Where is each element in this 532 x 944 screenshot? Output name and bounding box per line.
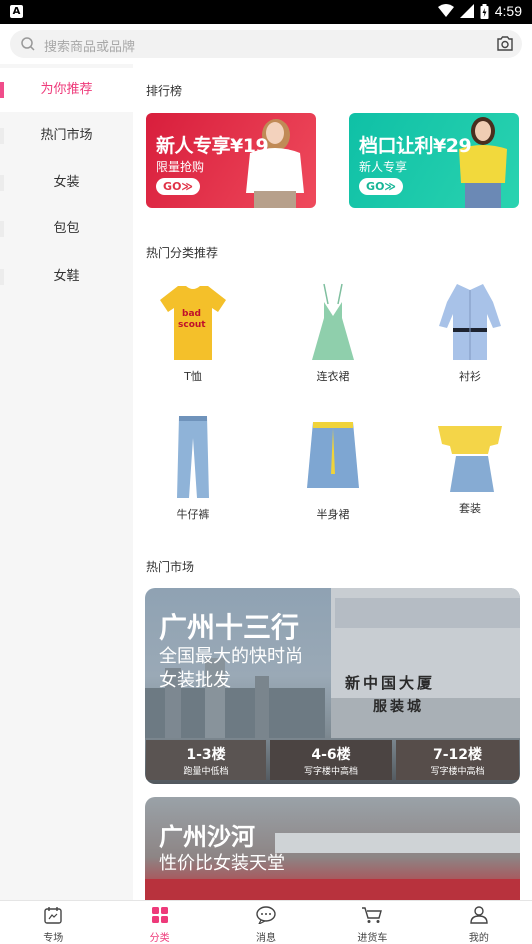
sidebar-item-womens-shoes[interactable]: 女鞋 bbox=[0, 255, 133, 299]
bottom-tab-bar: 专场 分类 消息 进货车 我的 bbox=[0, 900, 532, 944]
category-label: 半身裙 bbox=[316, 508, 350, 521]
tab-label: 分类 bbox=[149, 933, 170, 944]
chat-bubble-icon bbox=[256, 906, 276, 926]
tab-cart[interactable]: 进货车 bbox=[319, 901, 425, 944]
search-input[interactable]: 搜索商品或品牌 bbox=[10, 30, 522, 58]
category-set[interactable]: 套装 bbox=[415, 414, 525, 516]
tab-profile[interactable]: 我的 bbox=[426, 901, 532, 944]
sidebar-item-edge bbox=[0, 128, 4, 144]
category-dress[interactable]: 连衣裙 bbox=[278, 282, 388, 384]
sidebar-item-womens-clothing[interactable]: 女装 bbox=[0, 161, 133, 205]
battery-icon bbox=[480, 3, 489, 19]
sidebar-item-edge bbox=[0, 221, 4, 237]
market-banner-shahe[interactable]: 广州沙河 性价比女装天堂 bbox=[145, 797, 520, 900]
tab-label: 消息 bbox=[256, 933, 277, 944]
search-icon bbox=[21, 37, 35, 51]
market-title-text: 广州十三行 bbox=[159, 611, 300, 644]
floor-tag-desc: 写字楼中高档 bbox=[430, 767, 485, 777]
tab-category[interactable]: 分类 bbox=[106, 901, 212, 944]
category-label: 牛仔裤 bbox=[176, 508, 210, 521]
main-content: 排行榜 新人专享¥19 限量抢购 GO≫ 档口让利¥29 新人专享 GO≫ 热门… bbox=[133, 64, 532, 900]
floor-tag-7-12[interactable]: 7-12楼 写字楼中高档 bbox=[396, 740, 519, 780]
building-sign: 新中国大厦 bbox=[345, 674, 436, 692]
market-title-text: 广州沙河 bbox=[159, 823, 255, 851]
tab-label: 我的 bbox=[468, 933, 489, 944]
tab-label: 专场 bbox=[43, 933, 64, 944]
sidebar-item-recommend[interactable]: 为你推荐 bbox=[0, 68, 133, 112]
tab-label: 进货车 bbox=[357, 933, 388, 944]
signal-icon bbox=[459, 4, 474, 18]
sidebar-item-label: 女鞋 bbox=[53, 269, 80, 284]
category-skirt[interactable]: 半身裙 bbox=[278, 414, 388, 522]
sidebar-item-edge bbox=[0, 175, 4, 191]
sidebar-item-hot-market[interactable]: 热门市场 bbox=[0, 114, 133, 158]
floor-tag-title: 7-12楼 bbox=[432, 747, 483, 763]
camera-icon[interactable] bbox=[496, 35, 514, 52]
user-icon bbox=[470, 906, 488, 924]
category-sidebar: 为你推荐 热门市场 女装 包包 女鞋 bbox=[0, 64, 133, 900]
floor-tag-title: 4-6楼 bbox=[311, 747, 351, 763]
active-indicator bbox=[0, 82, 4, 98]
jeans-image bbox=[177, 416, 209, 498]
category-tshirt[interactable]: bad scout T恤 bbox=[138, 282, 248, 384]
floor-tag-4-6[interactable]: 4-6楼 写字楼中高档 bbox=[270, 740, 392, 780]
market-title: 热门市场 bbox=[146, 560, 195, 574]
search-bar: 搜索商品或品牌 bbox=[0, 24, 532, 64]
model-photo bbox=[459, 117, 507, 208]
market-subtitle-1: 性价比女装天堂 bbox=[159, 853, 285, 874]
sidebar-item-edge bbox=[0, 269, 4, 285]
sidebar-item-label: 女装 bbox=[53, 175, 80, 190]
wifi-icon bbox=[437, 4, 454, 17]
tab-special[interactable]: 专场 bbox=[0, 901, 106, 944]
outfit-set-image bbox=[438, 426, 502, 492]
promo-card-new-user-19[interactable]: 新人专享¥19 限量抢购 GO≫ bbox=[146, 113, 316, 208]
market-subtitle-2: 女装批发 bbox=[159, 670, 231, 691]
sidebar-item-bags[interactable]: 包包 bbox=[0, 207, 133, 251]
system-icons: 4:59 bbox=[437, 3, 522, 19]
category-label: 套装 bbox=[459, 502, 481, 515]
dress-image bbox=[312, 283, 354, 360]
market-banner-shisanhang[interactable]: 广州十三行 全国最大的快时尚 女装批发 新中国大厦 服装城 1-3楼 跑量中低档… bbox=[145, 588, 520, 784]
category-label: T恤 bbox=[184, 370, 202, 383]
clock: 4:59 bbox=[494, 3, 522, 19]
sidebar-item-label: 包包 bbox=[53, 221, 80, 236]
skirt-image bbox=[307, 422, 359, 488]
shirt-image bbox=[439, 284, 501, 360]
svg-text:bad: bad bbox=[182, 309, 201, 319]
search-placeholder: 搜索商品或品牌 bbox=[44, 40, 136, 55]
floor-tag-1-3[interactable]: 1-3楼 跑量中低档 bbox=[146, 740, 266, 780]
categories-title: 热门分类推荐 bbox=[146, 246, 219, 260]
promo-go-button[interactable]: GO≫ bbox=[359, 178, 403, 195]
category-jeans[interactable]: 牛仔裤 bbox=[138, 414, 248, 522]
status-bar: A 4:59 bbox=[0, 0, 532, 24]
category-shirt[interactable]: 衬衫 bbox=[415, 282, 525, 384]
sidebar-item-label: 热门市场 bbox=[40, 128, 93, 143]
calendar-icon bbox=[44, 907, 62, 924]
category-grid-icon bbox=[151, 907, 168, 923]
floor-tag-title: 1-3楼 bbox=[186, 747, 226, 763]
category-label: 衬衫 bbox=[459, 370, 481, 383]
model-photo bbox=[246, 119, 304, 208]
ranking-title: 排行榜 bbox=[146, 84, 183, 98]
promo-card-stall-29[interactable]: 档口让利¥29 新人专享 GO≫ bbox=[349, 113, 519, 208]
category-label: 连衣裙 bbox=[316, 370, 350, 383]
promo-subtitle: 新人专享 bbox=[359, 160, 408, 174]
tab-messages[interactable]: 消息 bbox=[213, 901, 319, 944]
promo-subtitle: 限量抢购 bbox=[156, 160, 205, 174]
building-sign-2: 服装城 bbox=[373, 699, 424, 715]
floor-tag-desc: 跑量中低档 bbox=[183, 767, 229, 777]
promo-title: 档口让利¥29 bbox=[359, 135, 472, 157]
sidebar-item-label: 为你推荐 bbox=[40, 82, 93, 97]
tshirt-image: bad scout bbox=[160, 286, 226, 360]
promo-title: 新人专享¥19 bbox=[156, 135, 269, 157]
market-subtitle-1: 全国最大的快时尚 bbox=[159, 646, 303, 667]
app-notification-icon: A bbox=[10, 5, 23, 18]
floor-tag-desc: 写字楼中高档 bbox=[303, 767, 358, 777]
svg-text:scout: scout bbox=[178, 320, 206, 330]
promo-go-button[interactable]: GO≫ bbox=[156, 178, 200, 195]
cart-icon bbox=[362, 907, 383, 923]
